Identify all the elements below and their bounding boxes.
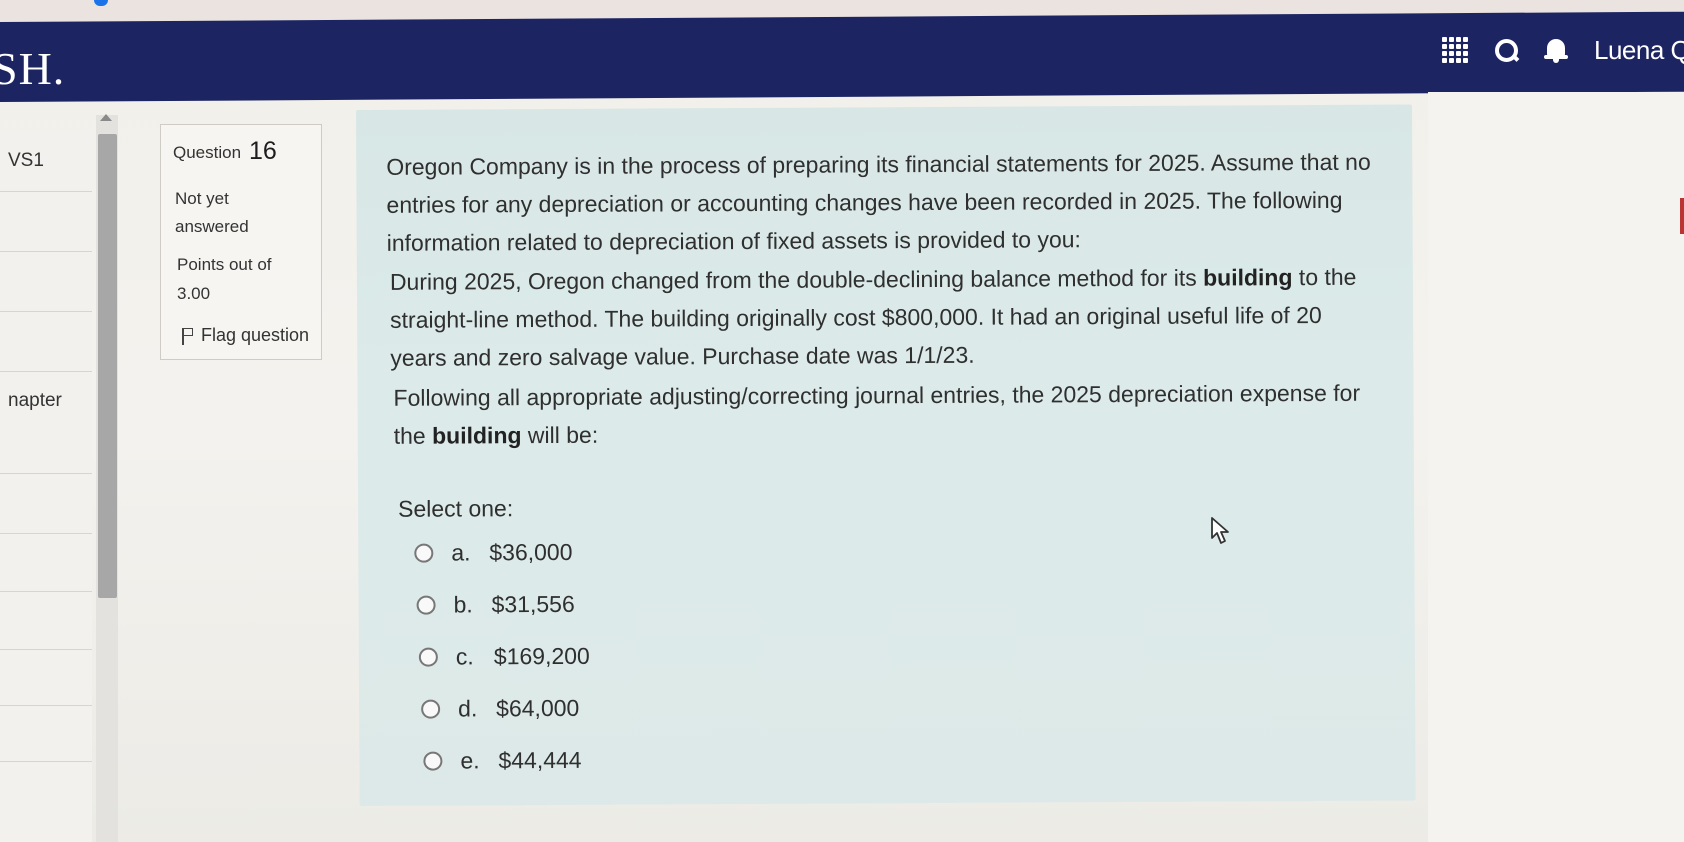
question-status: Not yet answered bbox=[175, 189, 249, 236]
nav-item[interactable] bbox=[0, 432, 92, 474]
flag-question-button[interactable]: Flag question bbox=[181, 325, 309, 346]
answer-option-e[interactable]: e. $44,444 bbox=[423, 747, 582, 775]
answer-option-c[interactable]: c. $169,200 bbox=[418, 643, 590, 671]
nav-item[interactable] bbox=[0, 192, 92, 252]
header-actions: Luena Q bbox=[1442, 30, 1684, 70]
nav-item[interactable]: napter bbox=[0, 372, 92, 432]
browser-tab-indicator bbox=[94, 0, 108, 6]
mouse-pointer-icon bbox=[1211, 517, 1229, 544]
radio-button[interactable] bbox=[414, 543, 434, 563]
nav-item[interactable] bbox=[0, 650, 92, 706]
right-blank-area bbox=[1428, 92, 1684, 842]
radio-button[interactable] bbox=[418, 647, 438, 667]
radio-button[interactable] bbox=[416, 595, 436, 615]
site-header bbox=[0, 11, 1684, 103]
nav-item[interactable] bbox=[0, 252, 92, 312]
apps-grid-icon[interactable] bbox=[1442, 37, 1468, 63]
bell-icon[interactable] bbox=[1544, 37, 1568, 63]
question-panel: Oregon Company is in the process of prep… bbox=[356, 104, 1416, 806]
user-menu[interactable]: Luena Q bbox=[1594, 35, 1684, 66]
nav-item[interactable] bbox=[0, 592, 92, 650]
search-icon[interactable] bbox=[1494, 38, 1520, 62]
course-nav-drawer: VS1 napter bbox=[0, 130, 92, 842]
brand-logo[interactable]: SH. bbox=[0, 42, 65, 95]
answer-option-b[interactable]: b. $31,556 bbox=[416, 591, 575, 619]
nav-item[interactable]: VS1 bbox=[0, 130, 92, 192]
nav-item[interactable] bbox=[0, 474, 92, 534]
answer-option-d[interactable]: d. $64,000 bbox=[421, 695, 579, 723]
screen: SH. Luena Q VS1 napter Question 16 Not y… bbox=[0, 0, 1684, 842]
radio-button[interactable] bbox=[423, 751, 443, 771]
nav-item[interactable] bbox=[0, 706, 92, 762]
flag-question-label: Flag question bbox=[201, 325, 310, 345]
page-scrollbar-thumb[interactable] bbox=[1680, 198, 1684, 234]
flag-icon bbox=[181, 327, 193, 345]
question-number: 16 bbox=[249, 137, 277, 165]
question-details: During 2025, Oregon changed from the dou… bbox=[389, 263, 1357, 371]
nav-scrollbar-thumb[interactable] bbox=[98, 134, 117, 598]
select-one-label: Select one: bbox=[398, 495, 514, 522]
nav-item[interactable] bbox=[0, 312, 92, 372]
nav-item[interactable] bbox=[0, 534, 92, 592]
radio-button[interactable] bbox=[421, 699, 441, 719]
question-intro: Oregon Company is in the process of prep… bbox=[386, 148, 1371, 256]
question-prompt: Following all appropriate adjusting/corr… bbox=[393, 379, 1361, 449]
points-value: 3.00 bbox=[177, 284, 211, 303]
scroll-up-arrow-icon[interactable] bbox=[100, 114, 112, 121]
answer-option-a[interactable]: a. $36,000 bbox=[414, 539, 573, 567]
question-info-panel: Question 16 Not yet answered Points out … bbox=[160, 124, 322, 360]
points-label: Points out of bbox=[177, 255, 272, 274]
question-label: Question bbox=[173, 143, 242, 162]
